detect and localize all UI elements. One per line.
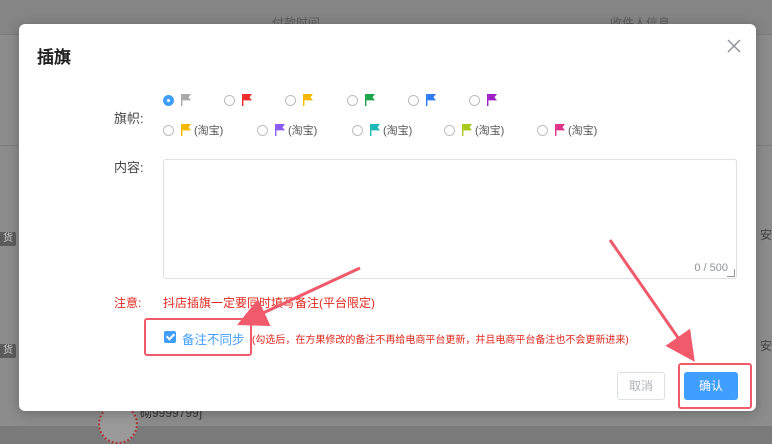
flag-radio[interactable] [163, 94, 174, 106]
char-counter: 0 / 500 [694, 262, 728, 274]
content-textarea[interactable]: 0 / 500 [163, 159, 737, 279]
flag-radio[interactable] [257, 124, 268, 136]
flag-radio[interactable] [347, 94, 358, 106]
background-cell-text: 安 [759, 228, 772, 242]
flag-option[interactable] [224, 92, 253, 108]
content-label: 内容: [114, 160, 144, 175]
cancel-button[interactable]: 取消 [617, 372, 665, 400]
flag-sub-label: (淘宝) [194, 125, 224, 137]
note-label: 注意: [114, 296, 142, 310]
background-cell-text: 安 [759, 339, 772, 353]
flag-option[interactable]: (淘宝) [257, 122, 317, 138]
background-row-tag: 货 [0, 232, 16, 246]
flag-radio[interactable] [352, 124, 363, 136]
flag-sub-label: (淘宝) [288, 125, 318, 137]
flag-icon [555, 124, 565, 136]
flag-radio[interactable] [163, 124, 174, 136]
flag-sub-label: (淘宝) [568, 125, 598, 137]
flag-option[interactable]: (淘宝) [163, 122, 223, 138]
flag-radio[interactable] [408, 94, 419, 106]
sync-checkbox[interactable] [164, 331, 176, 343]
flag-option[interactable] [347, 92, 376, 108]
flag-dialog: 插旗 旗帜: (淘宝) (淘宝) (淘宝) (淘宝) (淘宝) 内容: 0 / 500 … [19, 24, 756, 411]
flag-icon [181, 94, 191, 106]
flag-icon [370, 124, 380, 136]
flag-icon [275, 124, 285, 136]
close-button[interactable] [724, 36, 744, 56]
flag-radio[interactable] [285, 94, 296, 106]
flag-option[interactable]: (淘宝) [444, 122, 504, 138]
resize-handle[interactable] [727, 269, 735, 277]
confirm-button[interactable]: 确认 [684, 372, 738, 400]
flag-icon [181, 124, 191, 136]
flag-option[interactable]: (淘宝) [352, 122, 412, 138]
flag-option[interactable]: (淘宝) [537, 122, 597, 138]
note-text: 抖店插旗一定要同时填写备注(平台限定) [163, 296, 375, 310]
flag-icon [365, 94, 375, 106]
flag-sub-label: (淘宝) [475, 125, 505, 137]
flag-option[interactable] [285, 92, 314, 108]
flag-option[interactable] [469, 92, 498, 108]
background-row-tag: 货 [0, 344, 16, 358]
flag-radio[interactable] [224, 94, 235, 106]
flag-icon [242, 94, 252, 106]
flag-icon [462, 124, 472, 136]
flag-radio[interactable] [444, 124, 455, 136]
flag-option[interactable] [408, 92, 437, 108]
sync-hint: (勾选后，在方果修改的备注不再给电商平台更新，并且电商平台备注也不会更新进来) [252, 335, 629, 346]
flag-radio[interactable] [469, 94, 480, 106]
flag-option[interactable] [163, 92, 192, 108]
flag-sub-label: (淘宝) [383, 125, 413, 137]
flag-icon [303, 94, 313, 106]
sync-label[interactable]: 备注不同步 [182, 329, 245, 348]
flag-icon [426, 94, 436, 106]
dialog-title: 插旗 [37, 48, 71, 67]
flag-label: 旗帜: [114, 111, 144, 126]
flag-icon [487, 94, 497, 106]
close-icon [727, 39, 741, 53]
flag-radio[interactable] [537, 124, 548, 136]
